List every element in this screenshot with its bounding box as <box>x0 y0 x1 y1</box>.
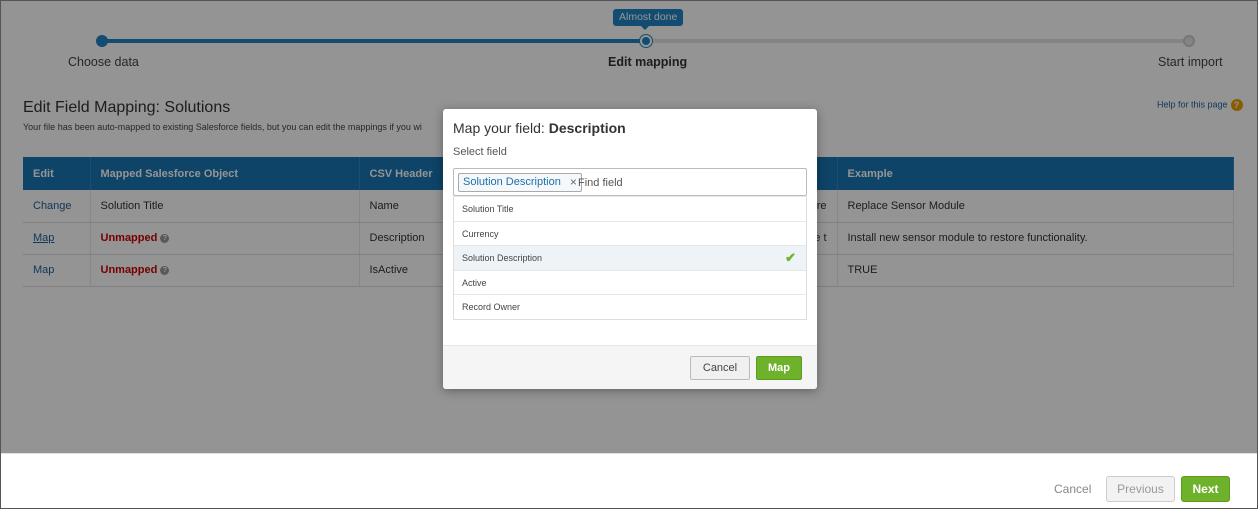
field-option-solution-title[interactable]: Solution Title <box>454 196 806 221</box>
dialog-title: Map your field: Description <box>453 120 626 136</box>
selected-field-chip: Solution Description × <box>458 173 582 192</box>
dialog-title-field: Description <box>548 120 626 136</box>
field-option-record-owner[interactable]: Record Owner <box>454 294 806 319</box>
select-field-label: Select field <box>453 146 507 158</box>
field-option-list: Solution Title Currency Solution Descrip… <box>453 196 807 320</box>
previous-button[interactable]: Previous <box>1106 476 1175 502</box>
dialog-footer: Cancel Map <box>443 345 817 389</box>
find-field-input[interactable] <box>578 173 798 192</box>
field-option-solution-description[interactable]: Solution Description ✔ <box>454 245 806 270</box>
next-button[interactable]: Next <box>1181 476 1230 502</box>
chip-label: Solution Description <box>463 176 561 188</box>
field-option-currency[interactable]: Currency <box>454 220 806 246</box>
checkmark-icon: ✔ <box>785 250 796 265</box>
field-picker[interactable]: Solution Description × <box>453 168 807 196</box>
dialog-cancel-button[interactable]: Cancel <box>690 356 750 380</box>
dialog-map-button[interactable]: Map <box>756 356 802 380</box>
option-label: Solution Description <box>462 253 543 263</box>
field-option-active[interactable]: Active <box>454 269 806 295</box>
footer-cancel-link[interactable]: Cancel <box>1054 482 1091 496</box>
remove-chip-icon[interactable]: × <box>570 174 577 191</box>
wizard-footer: Cancel Previous Next <box>1 453 1257 508</box>
dialog-title-prefix: Map your field: <box>453 120 549 136</box>
app-frame: Choose data Edit mapping Start import Al… <box>0 0 1258 509</box>
map-field-dialog: Map your field: Description Select field… <box>443 109 817 389</box>
